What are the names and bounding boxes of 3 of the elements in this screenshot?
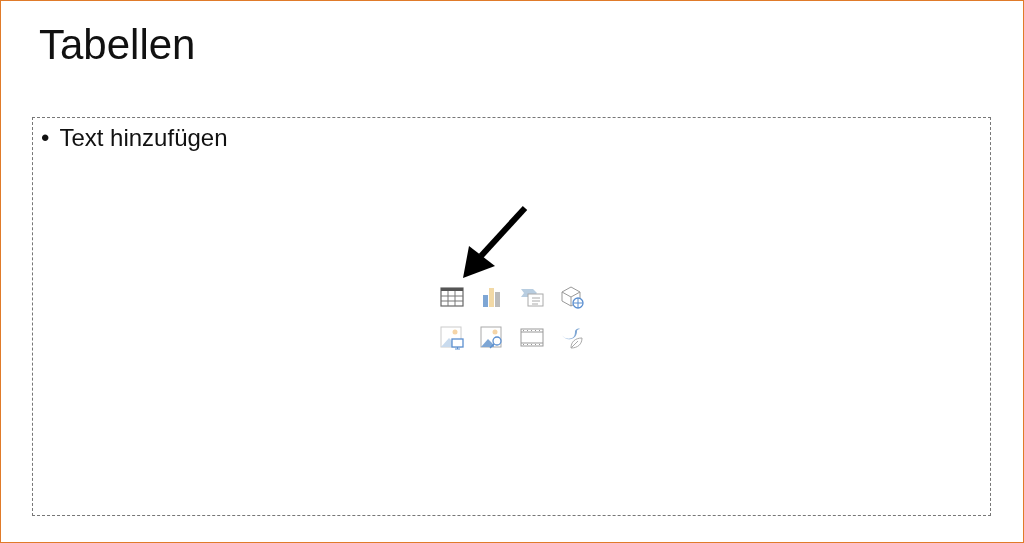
placeholder-text: Text hinzufügen [59,123,228,153]
bullet: • [41,123,50,153]
slide-title: Tabellen [39,21,196,68]
